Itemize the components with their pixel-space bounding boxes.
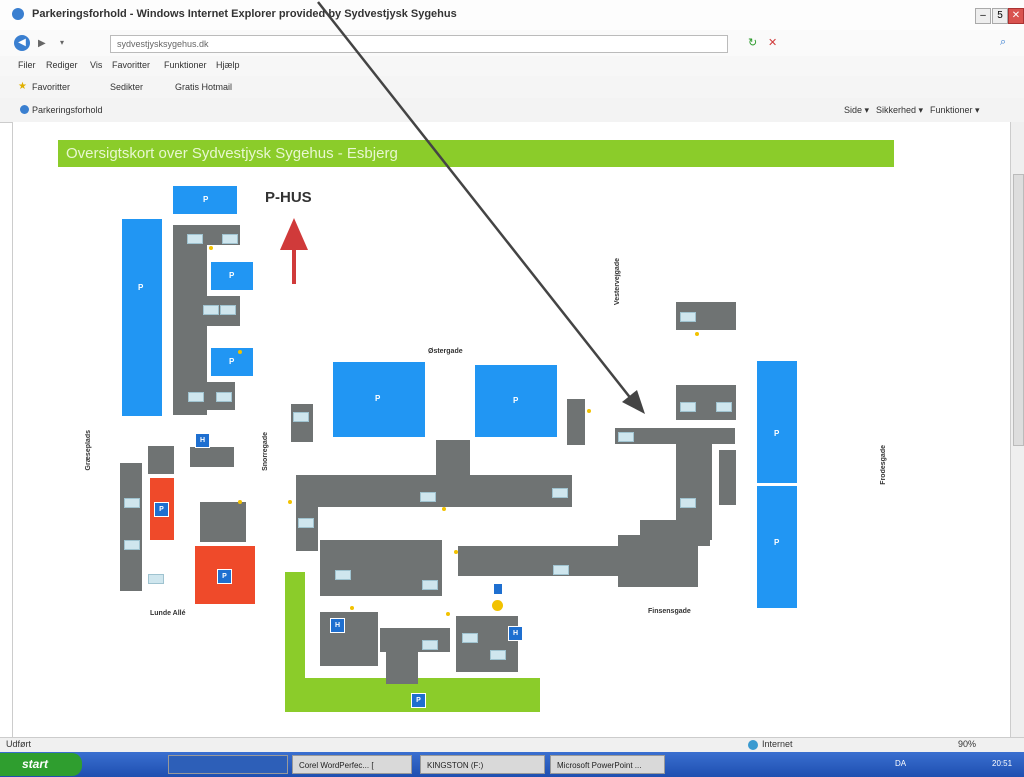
start-button[interactable]: start (0, 753, 82, 776)
zoom-level[interactable]: 90% (958, 739, 976, 749)
task-powerpoint[interactable]: Microsoft PowerPoint ... (550, 755, 665, 774)
status-text: Udført (6, 739, 32, 749)
zone-label: Internet (762, 739, 793, 749)
annotation-arrow-icon (317, 1, 645, 414)
globe-icon (748, 740, 758, 750)
clock: 20:51 (992, 759, 1013, 768)
status-bar: Udført Internet 90% (0, 737, 1024, 753)
task-kingston[interactable]: KINGSTON (F:) (420, 755, 545, 774)
taskbar: Corel WordPerfec... [ KINGSTON (F:) Micr… (0, 752, 1024, 777)
task-active-ie[interactable] (168, 755, 288, 774)
task-wordperfect[interactable]: Corel WordPerfec... [ (292, 755, 412, 774)
language-indicator[interactable]: DA (895, 759, 906, 768)
